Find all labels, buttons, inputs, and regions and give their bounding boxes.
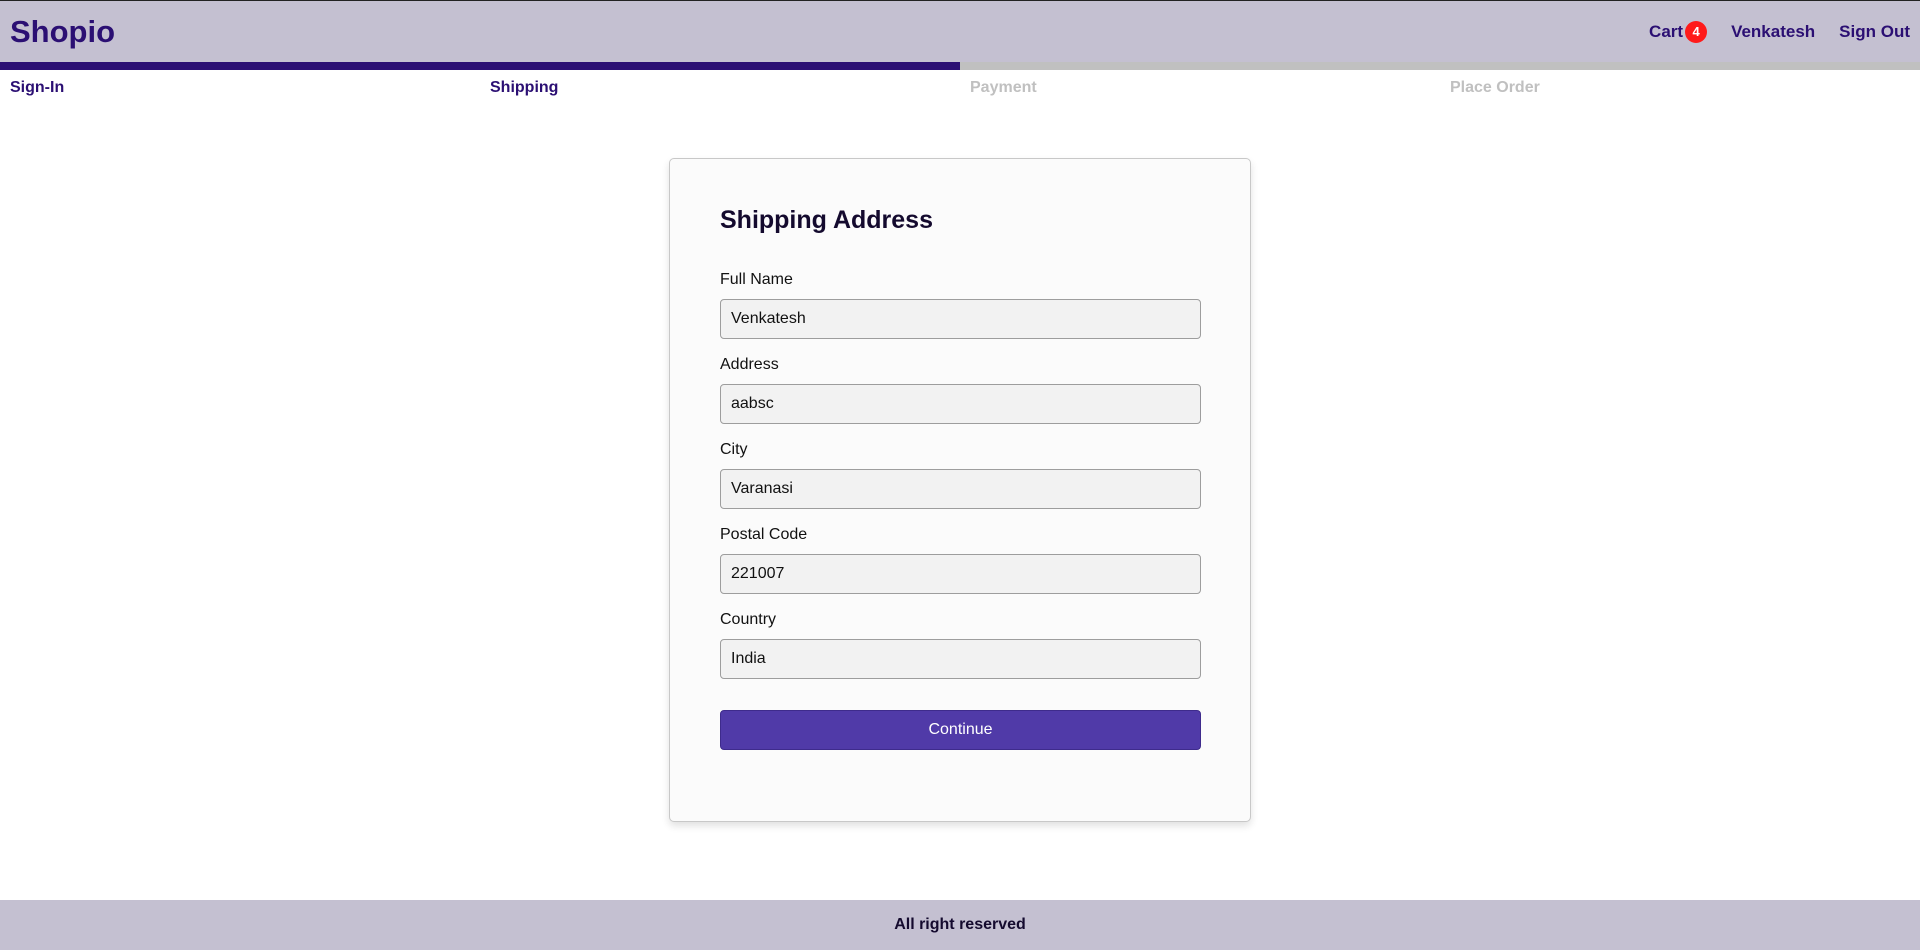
top-header: Shopio Cart 4 Venkatesh Sign Out <box>0 0 1920 62</box>
sign-out-link[interactable]: Sign Out <box>1839 22 1910 42</box>
checkout-steps: Sign-In Shipping Payment Place Order <box>0 62 1920 112</box>
cart-link[interactable]: Cart 4 <box>1649 20 1708 43</box>
footer-text: All right reserved <box>894 916 1026 933</box>
full-name-label: Full Name <box>720 271 793 288</box>
form-title: Shipping Address <box>720 206 933 234</box>
page: Shopio Cart 4 Venkatesh Sign Out Sign-In … <box>0 0 1920 950</box>
page-footer: All right reserved <box>0 900 1920 950</box>
address-field-group: Address <box>720 356 1201 424</box>
city-field-group: City <box>720 441 1201 509</box>
postal-code-label: Postal Code <box>720 526 808 543</box>
city-label: City <box>720 441 748 458</box>
cart-count-badge: 4 <box>1685 20 1708 43</box>
step-place-order: Place Order <box>1440 62 1920 112</box>
shipping-address-form: Shipping Address Full Name Address City … <box>669 158 1251 822</box>
step-sign-in: Sign-In <box>0 62 480 112</box>
step-shipping: Shipping <box>480 62 960 112</box>
continue-button[interactable]: Continue <box>720 710 1201 750</box>
cart-label: Cart <box>1649 21 1684 41</box>
address-label: Address <box>720 356 779 373</box>
country-field-group: Country <box>720 611 1201 679</box>
address-input[interactable] <box>720 384 1201 424</box>
postal-code-field-group: Postal Code <box>720 526 1201 594</box>
city-input[interactable] <box>720 469 1201 509</box>
step-payment: Payment <box>960 62 1440 112</box>
user-name-link[interactable]: Venkatesh <box>1731 22 1815 42</box>
full-name-field-group: Full Name <box>720 271 1201 339</box>
country-input[interactable] <box>720 639 1201 679</box>
brand-logo-link[interactable]: Shopio <box>10 16 115 47</box>
postal-code-input[interactable] <box>720 554 1201 594</box>
top-nav: Cart 4 Venkatesh Sign Out <box>1649 20 1910 43</box>
country-label: Country <box>720 611 777 628</box>
full-name-input[interactable] <box>720 299 1201 339</box>
